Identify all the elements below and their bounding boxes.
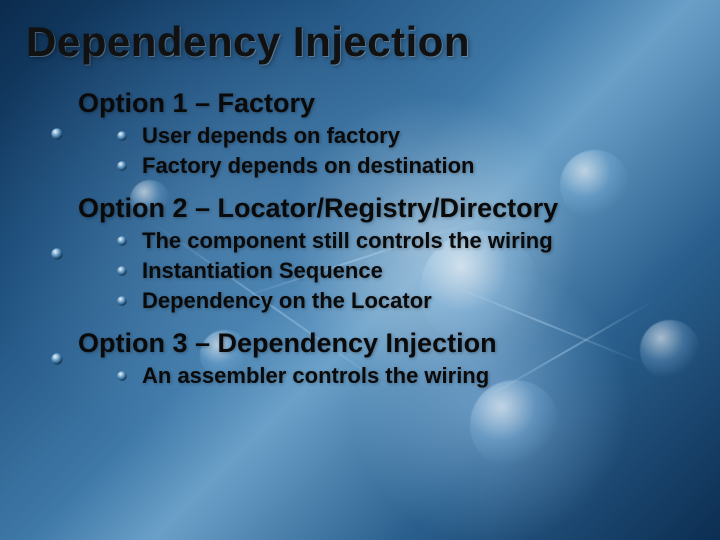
slide-content: Dependency Injection Option 1 – Factory … xyxy=(0,0,720,389)
slide-title: Dependency Injection xyxy=(26,18,694,66)
item-label: Option 3 – Dependency Injection xyxy=(78,328,497,358)
bullet-icon xyxy=(116,235,128,247)
bullet-icon xyxy=(116,370,128,382)
list-item: An assembler controls the wiring xyxy=(116,363,694,389)
bullet-icon xyxy=(116,265,128,277)
item-label: An assembler controls the wiring xyxy=(142,363,489,388)
list-item: Option 1 – Factory User depends on facto… xyxy=(50,88,694,179)
item-label: Option 1 – Factory xyxy=(78,88,315,118)
list-item: Dependency on the Locator xyxy=(116,288,694,314)
item-label: Instantiation Sequence xyxy=(142,258,383,283)
list-item: Instantiation Sequence xyxy=(116,258,694,284)
bullet-icon xyxy=(50,127,64,141)
item-label: Dependency on the Locator xyxy=(142,288,432,313)
sub-list: User depends on factory Factory depends … xyxy=(116,123,694,179)
item-label: Factory depends on destination xyxy=(142,153,474,178)
sub-list: An assembler controls the wiring xyxy=(116,363,694,389)
bullet-icon xyxy=(50,247,64,261)
list-item: Option 2 – Locator/Registry/Directory Th… xyxy=(50,193,694,314)
item-label: The component still controls the wiring xyxy=(142,228,553,253)
list-item: User depends on factory xyxy=(116,123,694,149)
list-item: Option 3 – Dependency Injection An assem… xyxy=(50,328,694,389)
sub-list: The component still controls the wiring … xyxy=(116,228,694,314)
list-item: The component still controls the wiring xyxy=(116,228,694,254)
list-item: Factory depends on destination xyxy=(116,153,694,179)
bullet-icon xyxy=(116,130,128,142)
bullet-icon xyxy=(116,160,128,172)
item-label: Option 2 – Locator/Registry/Directory xyxy=(78,193,558,223)
bullet-icon xyxy=(50,352,64,366)
slide: Dependency Injection Option 1 – Factory … xyxy=(0,0,720,540)
top-level-list: Option 1 – Factory User depends on facto… xyxy=(50,88,694,389)
bullet-icon xyxy=(116,295,128,307)
item-label: User depends on factory xyxy=(142,123,400,148)
